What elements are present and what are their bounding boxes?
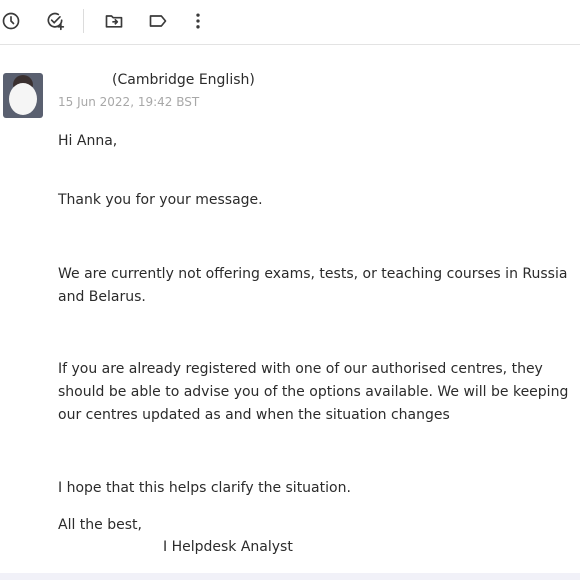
sender-name: (Cambridge English) [112,72,255,88]
greeting: Hi Anna, [58,133,118,149]
label-icon[interactable] [147,10,169,32]
body-paragraph-4: I hope that this helps clarify the situa… [58,480,351,496]
more-vert-icon[interactable] [187,10,209,32]
message-toolbar [0,0,580,45]
body-paragraph-1: Thank you for your message. [58,192,263,208]
task-add-icon[interactable] [44,10,66,32]
move-to-folder-icon[interactable] [103,10,125,32]
footer-bar [0,573,580,580]
message-timestamp: 15 Jun 2022, 19:42 BST [58,95,200,109]
signature: I Helpdesk Analyst [163,539,293,555]
toolbar-divider [83,9,84,33]
body-paragraph-3: If you are already registered with one o… [58,361,569,423]
closing: All the best, [58,517,142,533]
body-paragraph-2: We are currently not offering exams, tes… [58,266,568,305]
avatar [3,73,43,118]
clock-icon[interactable] [0,10,22,32]
